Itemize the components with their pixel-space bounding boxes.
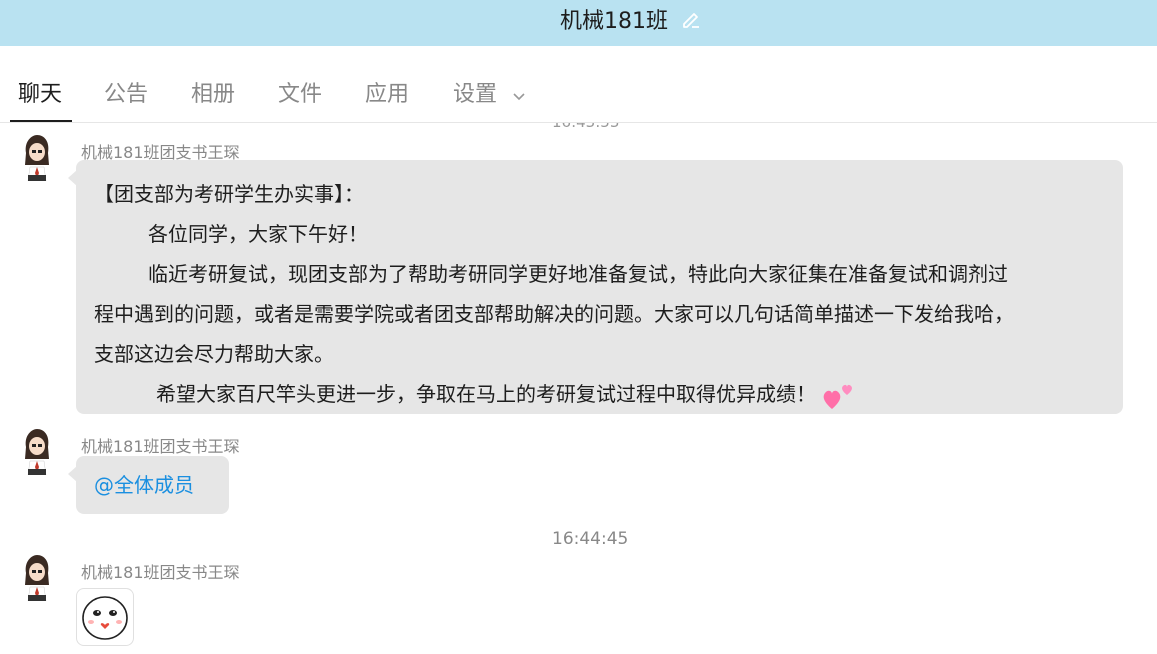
message-bubble[interactable]: 【团支部为考研学生办实事】： 各位同学，大家下午好！ 临近考研复试，现团支部为了…	[68, 160, 1123, 414]
bubble-tail	[68, 170, 77, 186]
message-line-text: 希望大家百尺竿头更进一步，争取在马上的考研复试过程中取得优异成绩！	[156, 382, 816, 406]
avatar[interactable]	[22, 555, 52, 602]
mention-all-link[interactable]: @全体成员	[94, 469, 194, 498]
pencil-icon[interactable]	[680, 8, 702, 30]
avatar[interactable]	[22, 135, 52, 182]
sender-name: 机械181班团支书王琛	[81, 437, 240, 456]
mention-bubble[interactable]: @全体成员	[68, 456, 229, 514]
avatar[interactable]	[22, 429, 52, 476]
message-line: 【团支部为考研学生办实事】：	[94, 182, 364, 206]
bubble-tail	[68, 466, 77, 482]
title-wrap: 机械181班	[560, 4, 702, 34]
message-line: 临近考研复试，现团支部为了帮助考研同学更好地准备复试，特此向大家征集在准备复试和…	[148, 262, 1008, 286]
message-line: 程中遇到的问题，或者是需要学院或者团支部帮助解决的问题。大家可以几句话简单描述一…	[94, 302, 1014, 326]
timestamp: 16:44:45	[552, 529, 629, 549]
tab-settings-label: 设置	[453, 82, 498, 107]
two-hearts-icon	[822, 381, 856, 411]
tab-announcements[interactable]: 公告	[104, 76, 148, 108]
message-line: 支部这边会尽力帮助大家。	[94, 342, 334, 366]
active-tab-indicator	[10, 120, 72, 122]
tab-files[interactable]: 文件	[278, 76, 322, 108]
chat-area[interactable]: 16:43:53 机械181班团支书王琛 【团支部为考研学生办实事】： 各位同学…	[0, 123, 1157, 654]
tab-chat[interactable]: 聊天	[18, 76, 62, 108]
message-text: 【团支部为考研学生办实事】： 各位同学，大家下午好！ 临近考研复试，现团支部为了…	[94, 174, 1104, 414]
message-line-last: 希望大家百尺竿头更进一步，争取在马上的考研复试过程中取得优异成绩！	[94, 374, 1104, 414]
tab-settings[interactable]: 设置	[453, 76, 526, 108]
clipped-timestamp: 16:43:53	[552, 123, 619, 131]
sender-name: 机械181班团支书王琛	[81, 563, 240, 582]
tab-bar: 聊天 公告 相册 文件 应用 设置	[0, 46, 1157, 123]
tab-apps[interactable]: 应用	[365, 76, 409, 108]
group-title: 机械181班	[560, 9, 668, 34]
message-line: 各位同学，大家下午好！	[148, 222, 368, 246]
smiley-face-sticker[interactable]	[76, 588, 134, 646]
tab-album[interactable]: 相册	[191, 76, 235, 108]
chevron-down-icon	[512, 83, 526, 108]
title-bar: 机械181班	[0, 0, 1157, 46]
